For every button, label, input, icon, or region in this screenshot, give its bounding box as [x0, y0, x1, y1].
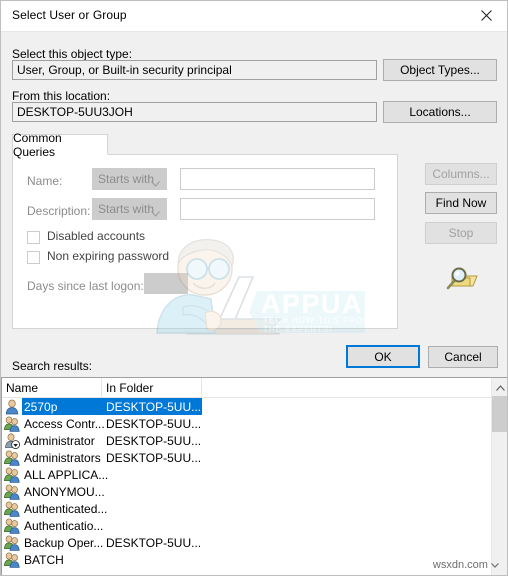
- wsxdn-watermark-text: wsxdn.com: [432, 559, 488, 571]
- column-header-in-folder[interactable]: In Folder: [102, 378, 202, 398]
- row-name: Backup Oper...: [24, 535, 104, 550]
- disabled-accounts-label: Disabled accounts: [47, 229, 146, 243]
- row-name: Administrators: [24, 450, 101, 465]
- common-queries-panel: Name: Starts with Description: Starts wi…: [12, 154, 398, 329]
- cancel-button[interactable]: Cancel: [428, 346, 498, 368]
- search-results-label: Search results:: [12, 359, 93, 373]
- magnifier-folder-icon: [444, 266, 478, 296]
- chevron-up-icon: [495, 380, 505, 394]
- chevron-down-icon: [491, 559, 499, 571]
- group-icon: [3, 416, 20, 432]
- results-vertical-scrollbar[interactable]: [491, 378, 507, 575]
- row-name: Access Contr...: [24, 416, 105, 431]
- row-name: BATCH: [24, 552, 64, 567]
- name-operator-combo[interactable]: Starts with: [92, 168, 167, 190]
- group-icon: [3, 467, 20, 483]
- row-name: 2570p: [24, 399, 58, 414]
- close-icon: [481, 10, 492, 21]
- name-input[interactable]: [180, 168, 375, 190]
- list-column-headers: Name In Folder: [2, 378, 507, 398]
- row-name: ALL APPLICA...: [24, 467, 109, 482]
- table-row[interactable]: 2570p DESKTOP-5UU...: [2, 398, 507, 415]
- page-title: Select User or Group: [12, 8, 127, 22]
- find-now-button[interactable]: Find Now: [425, 192, 497, 214]
- select-user-or-group-dialog: Select User or Group Select this object …: [0, 0, 508, 576]
- search-results-rows: 2570p DESKTOP-5UU... Access Contr... DESKTO…: [2, 398, 507, 575]
- row-in-folder: DESKTOP-5UU...: [106, 450, 202, 465]
- columns-button[interactable]: Columns...: [425, 163, 497, 185]
- table-row[interactable]: Backup Oper... DESKTOP-5UU...: [2, 534, 507, 551]
- table-row[interactable]: Access Contr... DESKTOP-5UU...: [2, 415, 507, 432]
- group-icon: [3, 552, 20, 568]
- object-type-field[interactable]: User, Group, or Built-in security princi…: [12, 60, 377, 80]
- row-in-folder: DESKTOP-5UU...: [106, 433, 202, 448]
- row-name: Authenticatio...: [24, 518, 104, 533]
- group-icon: [3, 484, 20, 500]
- days-since-logon-label: Days since last logon:: [27, 279, 144, 293]
- close-button[interactable]: [464, 1, 507, 30]
- table-row[interactable]: Administrators DESKTOP-5UU...: [2, 449, 507, 466]
- wsxdn-watermark: wsxdn.com: [433, 559, 499, 571]
- location-field[interactable]: DESKTOP-5UU3JOH: [12, 102, 377, 122]
- row-in-folder: DESKTOP-5UU...: [106, 399, 202, 414]
- table-row[interactable]: Authenticated...: [2, 500, 507, 517]
- scroll-up-button[interactable]: [492, 378, 507, 395]
- table-row[interactable]: Authenticatio...: [2, 517, 507, 534]
- chevron-down-icon: [151, 176, 160, 187]
- user-icon: [4, 399, 20, 415]
- table-row[interactable]: ALL APPLICA...: [2, 466, 507, 483]
- name-operator-value: Starts with: [98, 172, 155, 186]
- name-label: Name:: [27, 174, 63, 188]
- tab-common-queries[interactable]: Common Queries: [12, 131, 108, 159]
- title-bar: Select User or Group: [1, 1, 507, 32]
- group-icon: [3, 518, 20, 534]
- table-row[interactable]: ANONYMOU...: [2, 483, 507, 500]
- stop-button[interactable]: Stop: [425, 222, 497, 244]
- description-input[interactable]: [180, 198, 375, 220]
- chevron-down-icon: [151, 206, 160, 217]
- scrollbar-thumb[interactable]: [492, 396, 507, 432]
- location-label: From this location:: [12, 89, 111, 103]
- locations-button[interactable]: Locations...: [383, 101, 497, 123]
- disabled-accounts-checkbox[interactable]: [27, 231, 40, 244]
- row-name: ANONYMOU...: [24, 484, 105, 499]
- description-operator-combo[interactable]: Starts with: [92, 198, 167, 220]
- table-row[interactable]: Administrator DESKTOP-5UU...: [2, 432, 507, 450]
- column-header-filler: [202, 378, 482, 398]
- description-operator-value: Starts with: [98, 202, 155, 216]
- row-in-folder: DESKTOP-5UU...: [106, 416, 202, 431]
- row-in-folder: DESKTOP-5UU...: [106, 535, 202, 550]
- group-icon: [3, 450, 20, 466]
- ok-button[interactable]: OK: [346, 345, 420, 368]
- days-since-logon-combo[interactable]: [144, 273, 188, 294]
- non-expiring-password-checkbox[interactable]: [27, 251, 40, 264]
- object-types-button[interactable]: Object Types...: [383, 59, 497, 81]
- object-type-label: Select this object type:: [12, 47, 133, 61]
- group-icon: [3, 535, 20, 551]
- search-results-listbox[interactable]: Name In Folder 2570p DESKTOP-5UU... Access…: [1, 377, 507, 575]
- admin-icon: [4, 433, 21, 450]
- non-expiring-password-label: Non expiring password: [47, 249, 170, 263]
- row-name: Administrator: [24, 433, 95, 448]
- row-name: Authenticated...: [24, 501, 108, 516]
- column-header-name[interactable]: Name: [2, 378, 102, 398]
- description-label: Description:: [27, 204, 91, 218]
- group-icon: [3, 501, 20, 517]
